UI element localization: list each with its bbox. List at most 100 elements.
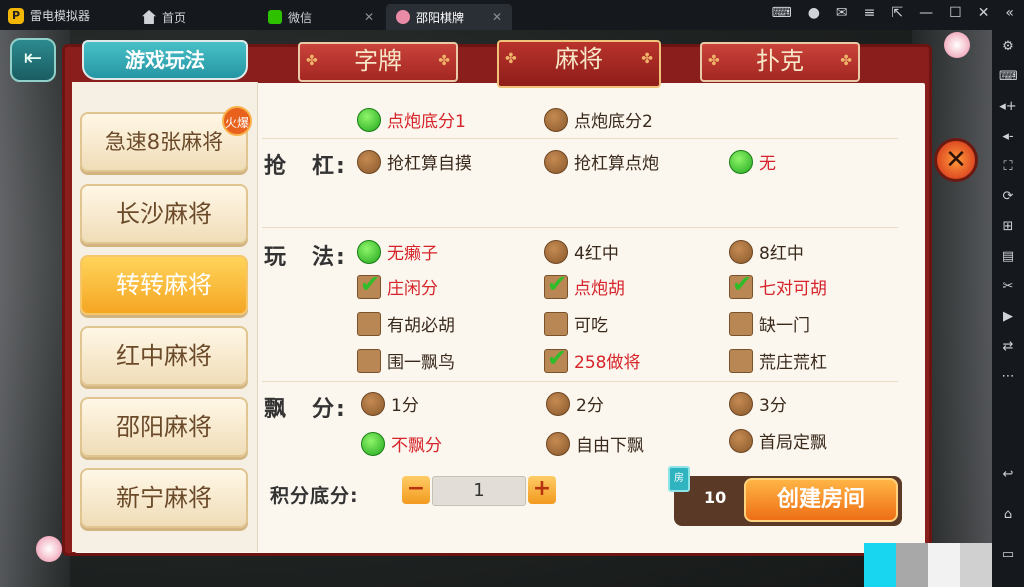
maximize-icon[interactable]: ☐ bbox=[949, 5, 962, 21]
score-label: 积分底分: bbox=[270, 485, 359, 507]
option-piao-3[interactable]: 3分 bbox=[729, 391, 787, 416]
home-nav-icon[interactable]: ⌂ bbox=[999, 506, 1017, 524]
room-card-count: 10 bbox=[704, 488, 727, 507]
checkbox-icon bbox=[729, 348, 753, 373]
radio-icon bbox=[729, 391, 753, 416]
option-4hongzhong[interactable]: 4红中 bbox=[544, 239, 619, 264]
option-ziyouxiapiao[interactable]: 自由下飘 bbox=[546, 431, 644, 456]
close-tab-icon[interactable]: ✕ bbox=[492, 10, 502, 24]
increment-button[interactable]: + bbox=[528, 476, 556, 504]
checkbox-icon bbox=[357, 311, 381, 336]
tab-home[interactable]: 首页 bbox=[132, 4, 196, 30]
apk-icon[interactable]: ▤ bbox=[999, 248, 1017, 266]
recents-icon[interactable]: ▭ bbox=[999, 546, 1017, 564]
settings-icon[interactable]: ⚙ bbox=[999, 38, 1017, 56]
checkbox-icon bbox=[729, 270, 753, 299]
close-panel-button[interactable]: ✕ bbox=[934, 138, 978, 182]
option-bupiaofen[interactable]: 不飘分 bbox=[361, 431, 442, 456]
popout-icon[interactable]: ⇱ bbox=[891, 5, 903, 21]
collapse-icon[interactable]: « bbox=[1005, 5, 1014, 21]
divider bbox=[262, 138, 898, 139]
tab-label: 微信 bbox=[288, 10, 313, 25]
volume-up-icon[interactable]: ◂+ bbox=[999, 98, 1017, 116]
tab-wechat[interactable]: 微信 ✕ bbox=[258, 4, 384, 30]
game-item-shaoyang[interactable]: 邵阳麻将 bbox=[80, 397, 248, 457]
gamepad-icon[interactable]: ⌨ bbox=[771, 5, 791, 21]
color-block bbox=[864, 543, 896, 587]
option-label: 无 bbox=[759, 154, 776, 174]
swap-icon[interactable]: ⇄ bbox=[999, 338, 1017, 356]
scissors-icon[interactable]: ✂ bbox=[999, 278, 1017, 296]
option-label: 点炮胡 bbox=[574, 279, 625, 299]
create-room-area: 房 10 创建房间 bbox=[668, 466, 902, 526]
fullscreen-icon[interactable]: ⛶ bbox=[999, 158, 1017, 176]
home-icon bbox=[142, 10, 156, 24]
close-window-icon[interactable]: ✕ bbox=[978, 5, 990, 21]
option-dianpao-2[interactable]: 点炮底分2 bbox=[544, 107, 653, 132]
option-8hongzhong[interactable]: 8红中 bbox=[729, 239, 804, 264]
tab-puke[interactable]: 扑克 bbox=[700, 42, 860, 82]
option-label: 庄闲分 bbox=[387, 279, 438, 299]
game-item-changsha[interactable]: 长沙麻将 bbox=[80, 184, 248, 244]
tab-label: 首页 bbox=[162, 10, 187, 25]
tab-game[interactable]: 邵阳棋牌 ✕ bbox=[386, 4, 512, 30]
game-item-zhuanzhuan[interactable]: 转转麻将 bbox=[80, 255, 248, 315]
back-icon[interactable]: ↩ bbox=[999, 466, 1017, 484]
emulator-logo-icon: P bbox=[8, 7, 24, 24]
keyboard-icon[interactable]: ⌨ bbox=[999, 68, 1018, 86]
game-item-jisu8[interactable]: 急速8张麻将 火爆 bbox=[80, 106, 252, 172]
checkbox-icon bbox=[544, 344, 568, 373]
check-dianpaohu[interactable]: 点炮胡 bbox=[544, 270, 625, 299]
blossom-decoration bbox=[944, 32, 970, 58]
game-item-xinning[interactable]: 新宁麻将 bbox=[80, 468, 248, 528]
divider bbox=[262, 381, 898, 382]
volume-down-icon[interactable]: ◂- bbox=[999, 128, 1017, 146]
wechat-icon bbox=[268, 10, 282, 24]
radio-icon bbox=[357, 239, 381, 264]
minimize-icon[interactable]: — bbox=[919, 5, 933, 21]
option-label: 围一飘鸟 bbox=[387, 353, 455, 373]
checkbox-icon bbox=[544, 270, 568, 299]
hot-badge: 火爆 bbox=[222, 106, 252, 136]
back-button[interactable]: ⇤ bbox=[10, 38, 56, 82]
check-huangzhuanghuanggang[interactable]: 荒庄荒杠 bbox=[729, 348, 827, 373]
check-kechi[interactable]: 可吃 bbox=[544, 311, 608, 336]
mail-icon[interactable]: ✉ bbox=[836, 5, 848, 21]
check-queyimen[interactable]: 缺一门 bbox=[729, 311, 810, 336]
close-tab-icon[interactable]: ✕ bbox=[364, 10, 374, 24]
decrement-button[interactable]: − bbox=[402, 476, 430, 504]
check-qiduikehu[interactable]: 七对可胡 bbox=[729, 270, 827, 299]
sync-icon[interactable]: ⟳ bbox=[999, 188, 1017, 206]
checkbox-icon bbox=[357, 348, 381, 373]
option-label: 8红中 bbox=[759, 244, 804, 264]
tab-zipai[interactable]: 字牌 bbox=[298, 42, 458, 82]
game-item-hongzhong[interactable]: 红中麻将 bbox=[80, 326, 248, 386]
menu-icon[interactable]: ≡ bbox=[864, 5, 876, 21]
option-qianggang-zimo[interactable]: 抢杠算自摸 bbox=[357, 149, 472, 174]
radio-icon bbox=[544, 149, 568, 174]
check-youhubihu[interactable]: 有胡必胡 bbox=[357, 311, 455, 336]
check-zhuangxianfen[interactable]: 庄闲分 bbox=[357, 270, 438, 299]
check-258zuojiang[interactable]: 258做将 bbox=[544, 344, 641, 373]
check-weiyipiaoniao[interactable]: 围一飘鸟 bbox=[357, 348, 455, 373]
option-label: 2分 bbox=[576, 396, 604, 416]
option-label: 258做将 bbox=[574, 353, 641, 373]
color-block bbox=[896, 543, 928, 587]
create-room-button[interactable]: 创建房间 bbox=[744, 478, 898, 522]
option-shoujudingpiao[interactable]: 首局定飘 bbox=[729, 428, 827, 453]
option-dianpao-1[interactable]: 点炮底分1 bbox=[357, 107, 466, 132]
tab-label: 邵阳棋牌 bbox=[416, 10, 465, 25]
add-window-icon[interactable]: ⊞ bbox=[999, 218, 1017, 236]
radio-icon bbox=[544, 107, 568, 132]
option-qianggang-none[interactable]: 无 bbox=[729, 149, 776, 174]
option-wulaizi[interactable]: 无癞子 bbox=[357, 239, 438, 264]
video-icon[interactable]: ▶ bbox=[999, 308, 1017, 326]
account-icon[interactable]: ● bbox=[808, 5, 820, 21]
option-piao-1[interactable]: 1分 bbox=[361, 391, 419, 416]
tab-majiang[interactable]: 麻将 bbox=[497, 40, 661, 88]
option-qianggang-dianpao[interactable]: 抢杠算点炮 bbox=[544, 149, 659, 174]
piaofen-label: 飘 分: bbox=[264, 397, 347, 422]
more-icon[interactable]: ⋯ bbox=[999, 368, 1017, 386]
option-piao-2[interactable]: 2分 bbox=[546, 391, 604, 416]
option-label: 4红中 bbox=[574, 244, 619, 264]
